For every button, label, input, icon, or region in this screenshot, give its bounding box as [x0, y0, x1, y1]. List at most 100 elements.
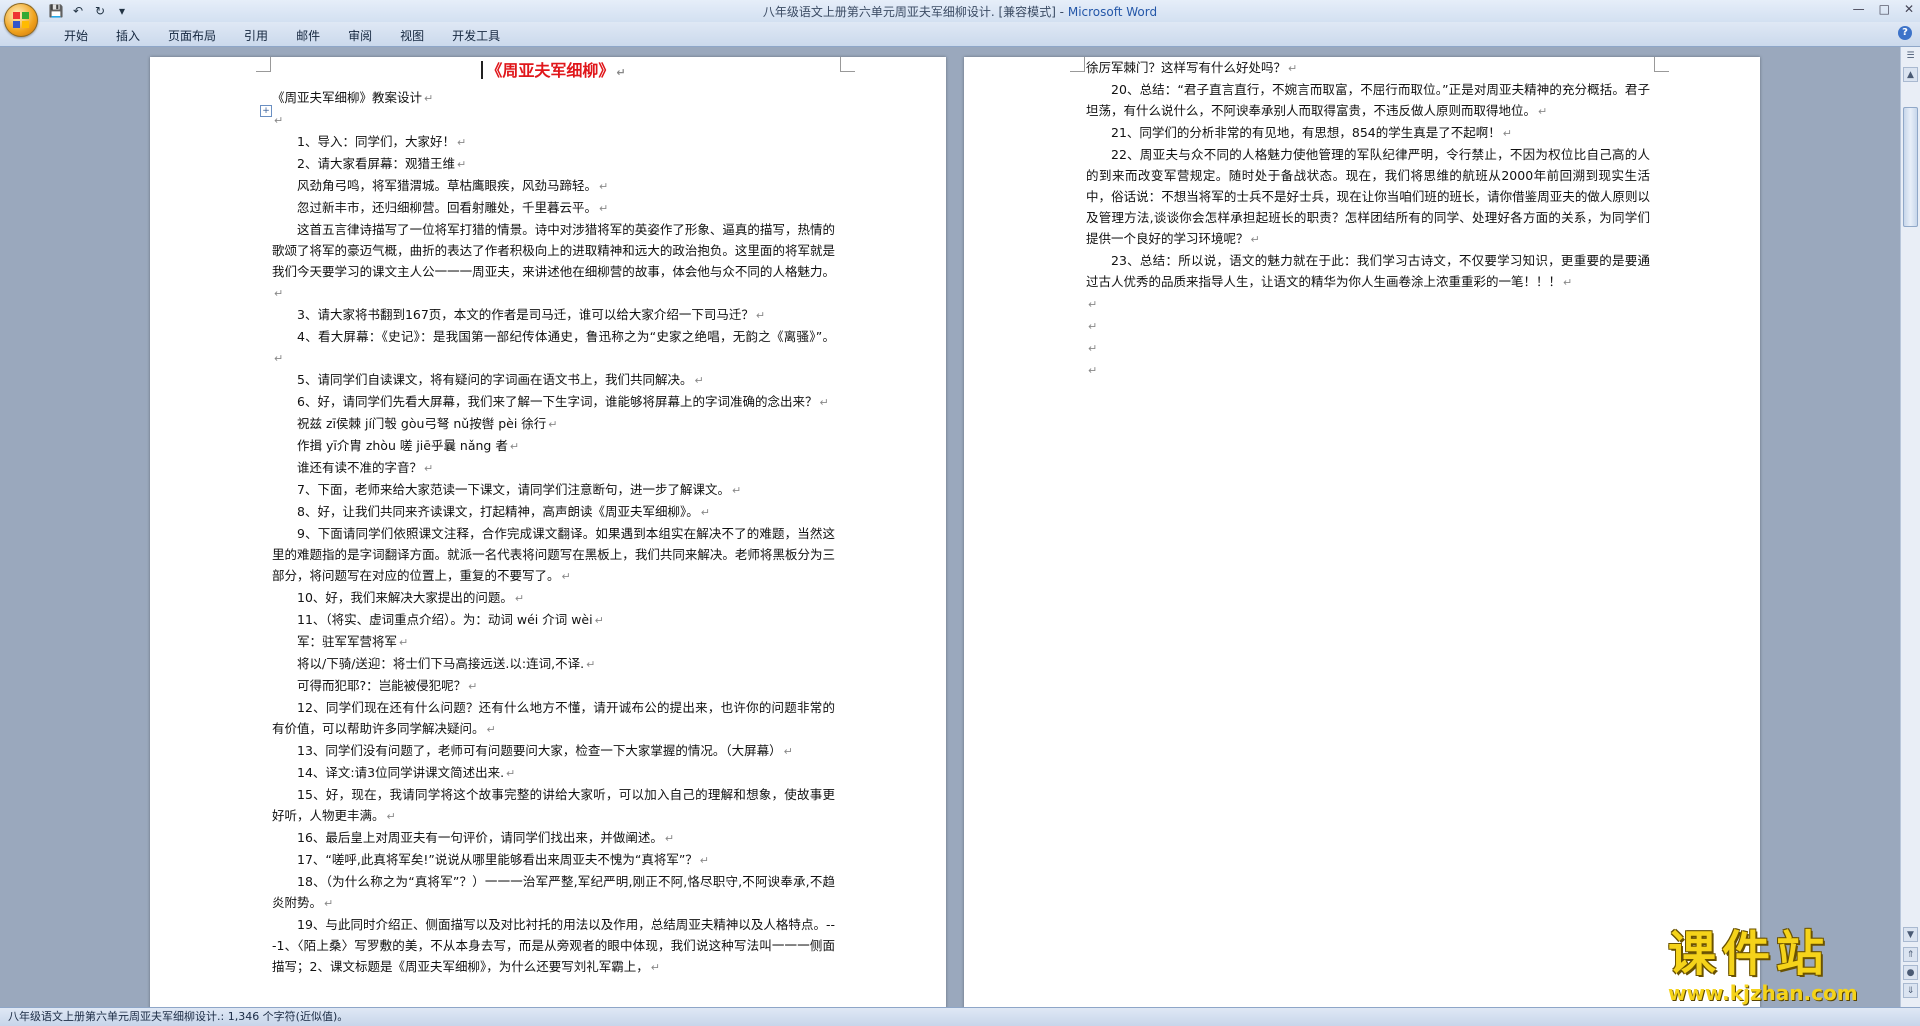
- paragraph-mark-icon: ↵: [468, 680, 478, 693]
- watermark-logo-text: 课件站: [1668, 926, 1831, 982]
- scroll-up-icon[interactable]: ▲: [1903, 67, 1918, 82]
- paragraph: 15、好，现在，我请同学将这个故事完整的讲给大家听，可以加入自己的理解和想象，使…: [272, 787, 835, 823]
- paragraph: 风劲角弓鸣，将军猎渭城。草枯鹰眼疾，风劲马蹄轻。 ↵: [297, 178, 609, 193]
- margin-marker: [256, 57, 271, 72]
- paragraph: ↵: [1086, 337, 1650, 359]
- paragraph-mark-icon: ↵: [1088, 320, 1098, 333]
- document-title: 八年级语文上册第六单元周亚夫军细柳设计. [兼容模式] -: [762, 5, 1068, 19]
- paragraph: 18、（为什么称之为“真将军”？）一一一治军严整,军纪严明,刚正不阿,恪尽职守,…: [272, 874, 835, 910]
- paragraph-mark-icon: ↵: [783, 745, 793, 758]
- paragraph-mark-icon: ↵: [486, 723, 496, 736]
- margin-marker: [1654, 57, 1669, 72]
- paragraph-mark-icon: ↵: [819, 396, 829, 409]
- doc-heading: 《周亚夫军细柳》 ↵: [272, 57, 835, 87]
- scroll-thumb[interactable]: [1903, 107, 1918, 227]
- paragraph-mark-icon: ↵: [1250, 233, 1260, 246]
- paragraph: 5、请同学们自读课文，将有疑问的字词画在语文书上，我们共同解决。 ↵: [297, 372, 704, 387]
- tab-3[interactable]: 引用: [230, 27, 282, 44]
- paragraph-mark-icon: ↵: [694, 374, 704, 387]
- app-name: Microsoft Word: [1067, 5, 1158, 19]
- table-anchor-icon[interactable]: +: [260, 105, 272, 117]
- paragraph-mark-icon: ↵: [514, 592, 525, 605]
- paragraph: 军：驻军军营将军 ↵: [297, 634, 409, 649]
- paragraph-mark-icon: ↵: [274, 352, 284, 365]
- tab-4[interactable]: 邮件: [282, 27, 334, 44]
- paragraph: 22、周亚夫与众不同的人格魅力使他管理的军队纪律严明，令行禁止，不因为权位比自己…: [1086, 147, 1650, 246]
- paragraph: 这首五言律诗描写了一位将军打猎的情景。诗中对涉猎将军的英姿作了形象、逼真的描写，…: [272, 222, 835, 300]
- margin-marker: [1070, 57, 1085, 72]
- paragraph-mark-icon: ↵: [1088, 364, 1098, 377]
- paragraph-mark-icon: ↵: [1088, 342, 1098, 355]
- paragraph: 16、最后皇上对周亚夫有一句评价，请同学们找出来，并做阐述。 ↵: [297, 830, 675, 845]
- window-controls: — □ ✕: [1853, 2, 1914, 16]
- watermark-url: www.kjzhan.com: [1668, 981, 1858, 1005]
- right-paragraphs: 徐厉军棘门？这样写有什么好处吗？ ↵ 20、总结：“君子直言直行，不婉言而取富，不屈…: [1086, 57, 1650, 381]
- office-button[interactable]: [4, 3, 38, 37]
- paragraph: 8、好，让我们共同来齐读课文，打起精神，高声朗读《周亚夫军细柳》。 ↵: [297, 504, 710, 519]
- paragraph-mark-icon: ↵: [650, 961, 660, 974]
- text-cursor: [481, 61, 484, 79]
- ribbon-tab-bar: 开始 插入 页面布局 引用 邮件 审阅 视图 开发工具 ?: [0, 22, 1920, 47]
- paragraph: 《周亚夫军细柳》教案设计 ↵: [272, 90, 434, 105]
- margin-marker: [840, 57, 855, 72]
- left-page-content[interactable]: 《周亚夫军细柳》 ↵ 《周亚夫军细柳》教案设计 ↵ ↵ 1、导入：同学们，大家好！ ↵ 2、…: [272, 57, 835, 978]
- paragraph: 7、下面，老师来给大家范读一下课文，请同学们注意断句，进一步了解课文。 ↵: [297, 482, 742, 497]
- paragraph-mark-icon: ↵: [1538, 105, 1548, 118]
- paragraph: 17、“嗟呼,此真将军矣!”说说从哪里能够看出来周亚夫不愧为“真将军”？ ↵: [297, 852, 710, 867]
- close-icon[interactable]: ✕: [1904, 2, 1914, 16]
- paragraph-mark-icon: ↵: [561, 570, 571, 583]
- paragraph: 4、看大屏幕：《史记》：是我国第一部纪传体通史，鲁迅称之为“史家之绝唱，无韵之《…: [274, 329, 835, 365]
- paragraph: 9、下面请同学们依照课文注释，合作完成课文翻译。如果遇到本组实在解决不了的难题，…: [272, 526, 835, 583]
- tab-7[interactable]: 开发工具: [438, 27, 514, 44]
- paragraph-mark-icon: ↵: [664, 832, 675, 845]
- paragraph: 可得而犯耶?：岂能被侵犯呢？ ↵: [297, 678, 478, 693]
- paragraph: 23、总结：所以说，语文的魅力就在于此：我们学习古诗文，不仅要学习知识，更重要的…: [1086, 253, 1650, 289]
- paragraph-mark-icon: ↵: [274, 114, 284, 127]
- tab-0[interactable]: 开始: [50, 27, 102, 44]
- paragraph-mark-icon: ↵: [509, 440, 520, 453]
- paragraph-mark-icon: ↵: [1563, 276, 1573, 289]
- paragraph: 13、同学们没有问题了，老师可有问题要问大家，检查一下大家掌握的情况。（大屏幕）…: [297, 743, 793, 758]
- paragraph: 谁还有读不准的字音？ ↵: [297, 460, 434, 475]
- paragraph: 3、请大家将书翻到167页，本文的作者是司马迁，谁可以给大家介绍一下司马迁？ ↵: [297, 307, 766, 322]
- ruler-toggle-icon[interactable]: ☰: [1903, 49, 1918, 64]
- right-page-content[interactable]: 徐厉军棘门？这样写有什么好处吗？ ↵ 20、总结：“君子直言直行，不婉言而取富，不屈…: [1086, 57, 1650, 381]
- paragraph: 11、（将实、虚词重点介绍）。为：动词 wéi 介词 wèi ↵: [297, 612, 604, 627]
- page-right: 徐厉军棘门？这样写有什么好处吗？ ↵ 20、总结：“君子直言直行，不婉言而取富，不屈…: [964, 57, 1760, 1007]
- paragraph: ↵: [1086, 293, 1650, 315]
- tab-5[interactable]: 审阅: [334, 27, 386, 44]
- paragraph: 14、译文:请3位同学讲课文简述出来. ↵: [297, 765, 516, 780]
- paragraph: 忽过新丰市，还归细柳营。回看射雕处，千里暮云平。 ↵: [297, 200, 609, 215]
- tab-2[interactable]: 页面布局: [154, 27, 230, 44]
- paragraph-mark-icon: ↵: [456, 136, 467, 149]
- paragraph-mark-icon: ↵: [700, 506, 710, 519]
- paragraph-mark-icon: ↵: [274, 287, 284, 300]
- paragraph: 12、同学们现在还有什么问题？还有什么地方不懂，请开诚布公的提出来，也许你的问题…: [272, 700, 835, 736]
- paragraph-mark-icon: ↵: [1088, 298, 1098, 311]
- maximize-icon[interactable]: □: [1879, 2, 1890, 16]
- paragraph-mark-icon: ↵: [506, 767, 516, 780]
- vertical-scrollbar[interactable]: ☰ ▲ ▼ ⇑ ● ⇓: [1900, 47, 1920, 1007]
- paragraph-mark-icon: ↵: [599, 202, 609, 215]
- document-area: + 《周亚夫军细柳》 ↵ 《周亚夫军细柳》教案设计 ↵ ↵ 1、导入：同学们，大家好！ ↵…: [0, 47, 1900, 1007]
- paragraph: 2、请大家看屏幕：观猎王维 ↵: [297, 156, 467, 171]
- window-title: 八年级语文上册第六单元周亚夫军细柳设计. [兼容模式] - Microsoft …: [0, 3, 1920, 20]
- status-word-count[interactable]: 八年级语文上册第六单元周亚夫军细柳设计.: 1,346 个字符(近似值)。: [8, 1008, 348, 1026]
- paragraph-mark-icon: ↵: [1288, 62, 1298, 75]
- office-logo-icon: [13, 12, 29, 28]
- paragraph: 21、同学们的分析非常的有见地，有思想，854的学生真是了不起啊！ ↵: [1111, 125, 1512, 140]
- paragraph-mark-icon: ↵: [324, 897, 334, 910]
- paragraph-mark-icon: ↵: [1502, 127, 1512, 140]
- paragraph-mark-icon: ↵: [755, 309, 766, 322]
- paragraph: 6、好，请同学们先看大屏幕，我们来了解一下生字词，谁能够将屏幕上的字词准确的念出…: [297, 394, 829, 409]
- tab-1[interactable]: 插入: [102, 27, 154, 44]
- paragraph-mark-icon: ↵: [424, 462, 434, 475]
- paragraph: 1、导入：同学们，大家好！ ↵: [297, 134, 467, 149]
- minimize-icon[interactable]: —: [1853, 2, 1865, 16]
- paragraph-mark-icon: ↵: [731, 484, 742, 497]
- left-paragraphs: 《周亚夫军细柳》教案设计 ↵ ↵ 1、导入：同学们，大家好！ ↵ 2、请大家看屏幕：观猎王…: [272, 87, 835, 978]
- help-icon[interactable]: ?: [1898, 26, 1912, 40]
- paragraph-mark-icon: ↵: [548, 418, 558, 431]
- tab-6[interactable]: 视图: [386, 27, 438, 44]
- paragraph-mark-icon: ↵: [699, 854, 710, 867]
